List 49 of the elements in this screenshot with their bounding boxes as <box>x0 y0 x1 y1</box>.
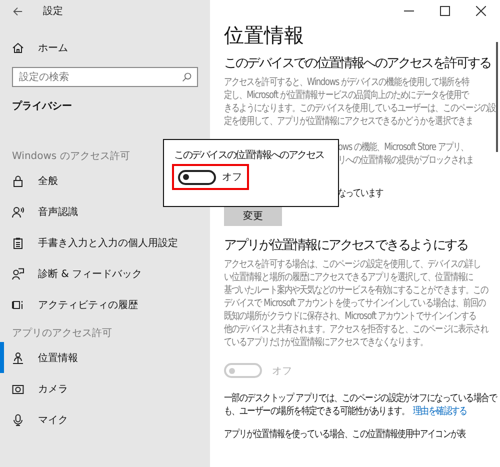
section-title: プライバシー <box>11 99 73 114</box>
description-text: リへの位置情報の提供がブロックされま <box>338 154 474 167</box>
section-heading: このデバイスでの位置情報へのアクセスを許可する <box>224 55 491 73</box>
note-text: アプリが位置情報を使っている場合、この位置情報使用中アイコンが表 <box>224 428 466 441</box>
activity-icon <box>12 298 24 310</box>
popup-label: このデバイスの位置情報へのアクセス <box>174 149 324 162</box>
home-item[interactable]: ホーム <box>0 32 210 63</box>
location-person-icon <box>12 352 24 364</box>
back-icon[interactable] <box>12 6 23 16</box>
description-text: 他のデバイスと共有されます。アクセスを拒否すると、このページに表示され <box>224 323 488 336</box>
description-text: 基づいたルート案内や天気などのサービスを有効にすることができます。この <box>224 284 488 297</box>
toggle-switch[interactable] <box>178 170 216 184</box>
note-text: 一部のデスクトップ アプリでは、このページの設定がオフになっている場合で も、ユーザーの場所を特定できる可能性があります。 理由を確認する <box>224 392 496 418</box>
page-title: 位置情報 <box>224 22 305 48</box>
toggle-label: オフ <box>272 364 292 378</box>
group-heading: Windows のアクセス許可 <box>12 150 130 163</box>
window-title: 設定 <box>43 4 63 18</box>
sidebar-item[interactable]: 音声認識 <box>0 196 210 227</box>
voice-person-icon <box>12 206 24 218</box>
camera-icon <box>12 382 24 394</box>
sidebar-item[interactable]: 全般 <box>0 165 210 196</box>
group-heading: アプリのアクセス許可 <box>12 326 112 340</box>
change-button[interactable]: 変更 <box>224 206 282 226</box>
sidebar-item[interactable]: アクティビティの履歴 <box>0 289 210 320</box>
description-text: 定を使用して、アプリが位置情報にアクセスできるかどうかを選択できま <box>224 115 473 128</box>
maximize-icon[interactable] <box>440 6 450 16</box>
home-icon <box>12 42 24 54</box>
description-text: アクセスを許可する場合は、このページの設定を使用して、デバイスの詳し <box>224 258 480 271</box>
sidebar-item[interactable]: カメラ <box>0 373 210 404</box>
close-icon[interactable] <box>476 6 486 16</box>
description-text: アクセスを許可すると、Windows がデバイスの機能を使用して場所を特 <box>224 76 470 89</box>
description-text: デバイスで Microsoft アカウントを使ってサインインしている場合は、前回の <box>224 297 486 310</box>
sidebar-item[interactable]: 診断 & フィードバック <box>0 258 210 289</box>
description-text: きるようになります。このデバイスを使用しているユーザーは、このページの設 <box>224 102 496 115</box>
description-text: い位置情報と場所の履歴にアクセスできるアプリを選択して、位置情報に <box>224 271 473 284</box>
description-text: ているアプリだけが位置情報にアクセスできなくなります。 <box>224 336 428 349</box>
description-text: 既知の場所がクラウドに保存され、Microsoft アカウントでサインインする <box>224 310 476 323</box>
sidebar-item[interactable]: 手書き入力と入力の個人用設定 <box>0 227 210 258</box>
section-heading: アプリが位置情報にアクセスできるようにする <box>224 237 468 255</box>
learn-why-link[interactable]: 理由を確認する <box>412 406 467 417</box>
feedback-person-icon <box>12 268 24 280</box>
microphone-icon <box>12 414 24 426</box>
lock-icon <box>12 174 24 186</box>
toggle-label: オフ <box>222 171 242 184</box>
search-icon <box>182 72 192 82</box>
description-text: 定し、Microsoft が位置情報サービスの品質向上のためにデータを使用で <box>224 89 469 102</box>
sidebar-item[interactable]: マイク <box>0 404 210 435</box>
search-field[interactable]: 設定の検索 <box>12 67 198 87</box>
clipboard-icon <box>12 236 24 248</box>
